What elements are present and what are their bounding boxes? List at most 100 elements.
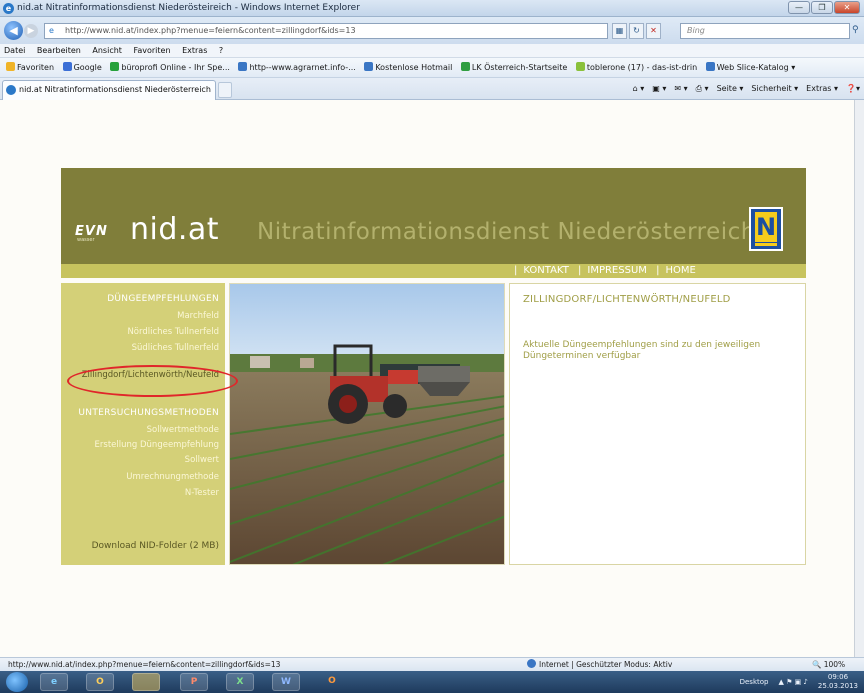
- sidebar-item-marchfeld[interactable]: Marchfeld: [177, 311, 219, 321]
- taskbar-app-orange[interactable]: O: [318, 673, 346, 691]
- favorite-lk[interactable]: LK Österreich-Startseite: [460, 58, 567, 77]
- forward-button[interactable]: ▶: [24, 24, 38, 38]
- search-placeholder: Bing: [687, 26, 705, 35]
- star-icon: [6, 62, 15, 71]
- favorite-hotmail[interactable]: Kostenlose Hotmail: [364, 58, 452, 77]
- sidebar-item-suedliches-tullnerfeld[interactable]: Südliches Tullnerfeld: [132, 343, 219, 353]
- start-button[interactable]: [6, 672, 28, 692]
- address-tools: ▦ ↻ ✕: [612, 23, 661, 39]
- noe-logo-icon: N: [749, 207, 783, 251]
- tray-icons[interactable]: ▲ ⚑ ▣ ♪: [778, 678, 807, 686]
- safety-menu[interactable]: Sicherheit ▾: [751, 78, 798, 100]
- ie-page-icon: [6, 85, 16, 95]
- status-url: http://www.nid.at/index.php?menue=feiern…: [8, 660, 281, 669]
- tractor-photo-image: [230, 284, 504, 564]
- content-heading: ZILLINGDORF/LICHTENWÖRTH/NEUFELD: [523, 294, 731, 305]
- favorite-google[interactable]: Google: [62, 58, 102, 77]
- favorite-webslice[interactable]: Web Slice-Katalog ▾: [705, 58, 795, 77]
- clock[interactable]: 09:06 25.03.2013: [818, 673, 858, 691]
- vertical-scrollbar[interactable]: [854, 100, 864, 657]
- window-title: nid.at Nitratinformationsdienst Niederös…: [17, 3, 360, 13]
- taskbar-excel[interactable]: X: [226, 673, 254, 691]
- tab-nid[interactable]: nid.at Nitratinformationsdienst Niederös…: [2, 80, 216, 100]
- taskbar-ie[interactable]: e: [40, 673, 68, 691]
- search-icon[interactable]: ⚲: [852, 25, 859, 35]
- print-icon[interactable]: ⎙ ▾: [696, 78, 709, 100]
- close-button[interactable]: ✕: [834, 1, 860, 14]
- menu-help[interactable]: ?: [219, 46, 223, 55]
- favorites-bar: Favoriten Google büroprofi Online - Ihr …: [0, 58, 864, 78]
- sidebar-heading-duengeempfehlungen: DÜNGEEMPFEHLUNGEN: [107, 294, 219, 304]
- page-icon: e: [49, 26, 54, 35]
- globe-icon: [527, 659, 536, 668]
- status-zone: Internet | Geschützter Modus: Aktiv: [527, 658, 672, 672]
- page-icon: [364, 62, 374, 71]
- sidebar-item-erstellung-duengeempfehlung[interactable]: Erstellung Düngeempfehlung: [95, 440, 219, 450]
- tab-label: nid.at Nitratinformationsdienst Niederös…: [19, 85, 211, 94]
- mail-icon[interactable]: ✉ ▾: [674, 78, 687, 100]
- sidebar-heading-untersuchungsmethoden: UNTERSUCHUNGSMETHODEN: [78, 408, 219, 418]
- menu-datei[interactable]: Datei: [4, 46, 25, 55]
- nav-home[interactable]: HOME: [665, 265, 695, 276]
- sidebar-item-umrechnungmethode[interactable]: Umrechnungmethode: [126, 472, 219, 482]
- taskbar-powerpoint[interactable]: P: [180, 673, 208, 691]
- address-toolbar: ◀ ▶ e http://www.nid.at/index.php?menue=…: [0, 17, 864, 44]
- sidebar-item-noerdliches-tullnerfeld[interactable]: Nördliches Tullnerfeld: [127, 327, 219, 337]
- favorite-agrarnet[interactable]: http--www.agrarnet.info-...: [238, 58, 356, 77]
- stop-icon[interactable]: ✕: [646, 23, 661, 39]
- site-brand[interactable]: nid.at: [130, 212, 219, 247]
- taskbar-outlook[interactable]: O: [86, 673, 114, 691]
- desktop-label[interactable]: Desktop: [740, 678, 769, 686]
- menu-extras[interactable]: Extras: [182, 46, 207, 55]
- bueroprofi-icon: [110, 62, 120, 71]
- command-bar: ⌂ ▾ ▣ ▾ ✉ ▾ ⎙ ▾ Seite ▾ Sicherheit ▾ Ext…: [633, 78, 860, 100]
- google-icon: [62, 62, 72, 71]
- taskbar-word[interactable]: W: [272, 673, 300, 691]
- refresh-icon[interactable]: ↻: [629, 23, 644, 39]
- help-icon[interactable]: ❓▾: [846, 78, 860, 100]
- tractor-field-photo: [229, 283, 505, 565]
- window-titlebar: e nid.at Nitratinformationsdienst Nieder…: [0, 0, 864, 17]
- evn-logo[interactable]: EVN wasser: [75, 224, 108, 243]
- compat-view-icon[interactable]: ▦: [612, 23, 627, 39]
- maximize-button[interactable]: ❐: [811, 1, 833, 14]
- toblerone-icon: [575, 62, 585, 71]
- page-icon: [705, 62, 715, 71]
- page-menu[interactable]: Seite ▾: [717, 78, 744, 100]
- favorite-toblerone[interactable]: toblerone (17) - das-ist-drin: [575, 58, 697, 77]
- site-header: EVN wasser nid.at Nitratinformationsdien…: [61, 168, 806, 264]
- download-nid-folder-link[interactable]: Download NID-Folder (2 MB): [92, 541, 219, 551]
- sidebar-item-sollwertmethode[interactable]: Sollwertmethode: [147, 425, 219, 435]
- back-button[interactable]: ◀: [4, 21, 23, 40]
- taskbar: e O P X W O Desktop ▲ ⚑ ▣ ♪ 09:06 25.03.…: [0, 671, 864, 693]
- page-icon: [238, 62, 248, 71]
- taskbar-explorer[interactable]: [132, 673, 160, 691]
- sidebar-item-n-tester[interactable]: N-Tester: [185, 488, 219, 498]
- feeds-icon[interactable]: ▣ ▾: [652, 78, 666, 100]
- search-input[interactable]: Bing: [680, 23, 850, 39]
- new-tab-button[interactable]: [218, 82, 232, 98]
- favorite-bueroprofi[interactable]: büroprofi Online - Ihr Spe...: [110, 58, 230, 77]
- nav-impressum[interactable]: IMPRESSUM: [587, 265, 647, 276]
- status-bar: http://www.nid.at/index.php?menue=feiern…: [0, 657, 864, 671]
- menu-bar: Datei Bearbeiten Ansicht Favoriten Extra…: [0, 44, 864, 58]
- address-input[interactable]: e http://www.nid.at/index.php?menue=feie…: [44, 23, 608, 39]
- zoom-control[interactable]: 🔍 100%: [812, 658, 845, 672]
- site-nav: | KONTAKT | IMPRESSUM | HOME: [61, 264, 806, 278]
- minimize-button[interactable]: —: [788, 1, 810, 14]
- menu-ansicht[interactable]: Ansicht: [92, 46, 122, 55]
- ie-logo-icon: e: [3, 3, 14, 14]
- sidebar-item-sollwert[interactable]: Sollwert: [185, 455, 219, 465]
- content-text: Aktuelle Düngeempfehlungen sind zu den j…: [523, 340, 761, 361]
- lk-icon: [460, 62, 470, 71]
- menu-favoriten[interactable]: Favoriten: [133, 46, 170, 55]
- menu-bearbeiten[interactable]: Bearbeiten: [37, 46, 81, 55]
- highlight-annotation: [67, 365, 238, 397]
- favorites-button[interactable]: Favoriten: [6, 58, 54, 77]
- tools-menu[interactable]: Extras ▾: [806, 78, 838, 100]
- site-tagline: Nitratinformationsdienst Niederösterreic…: [257, 219, 756, 245]
- home-icon[interactable]: ⌂ ▾: [633, 78, 645, 100]
- system-tray: Desktop ▲ ⚑ ▣ ♪ 09:06 25.03.2013: [740, 671, 858, 693]
- nav-kontakt[interactable]: KONTAKT: [523, 265, 568, 276]
- address-url: http://www.nid.at/index.php?menue=feiern…: [65, 26, 356, 35]
